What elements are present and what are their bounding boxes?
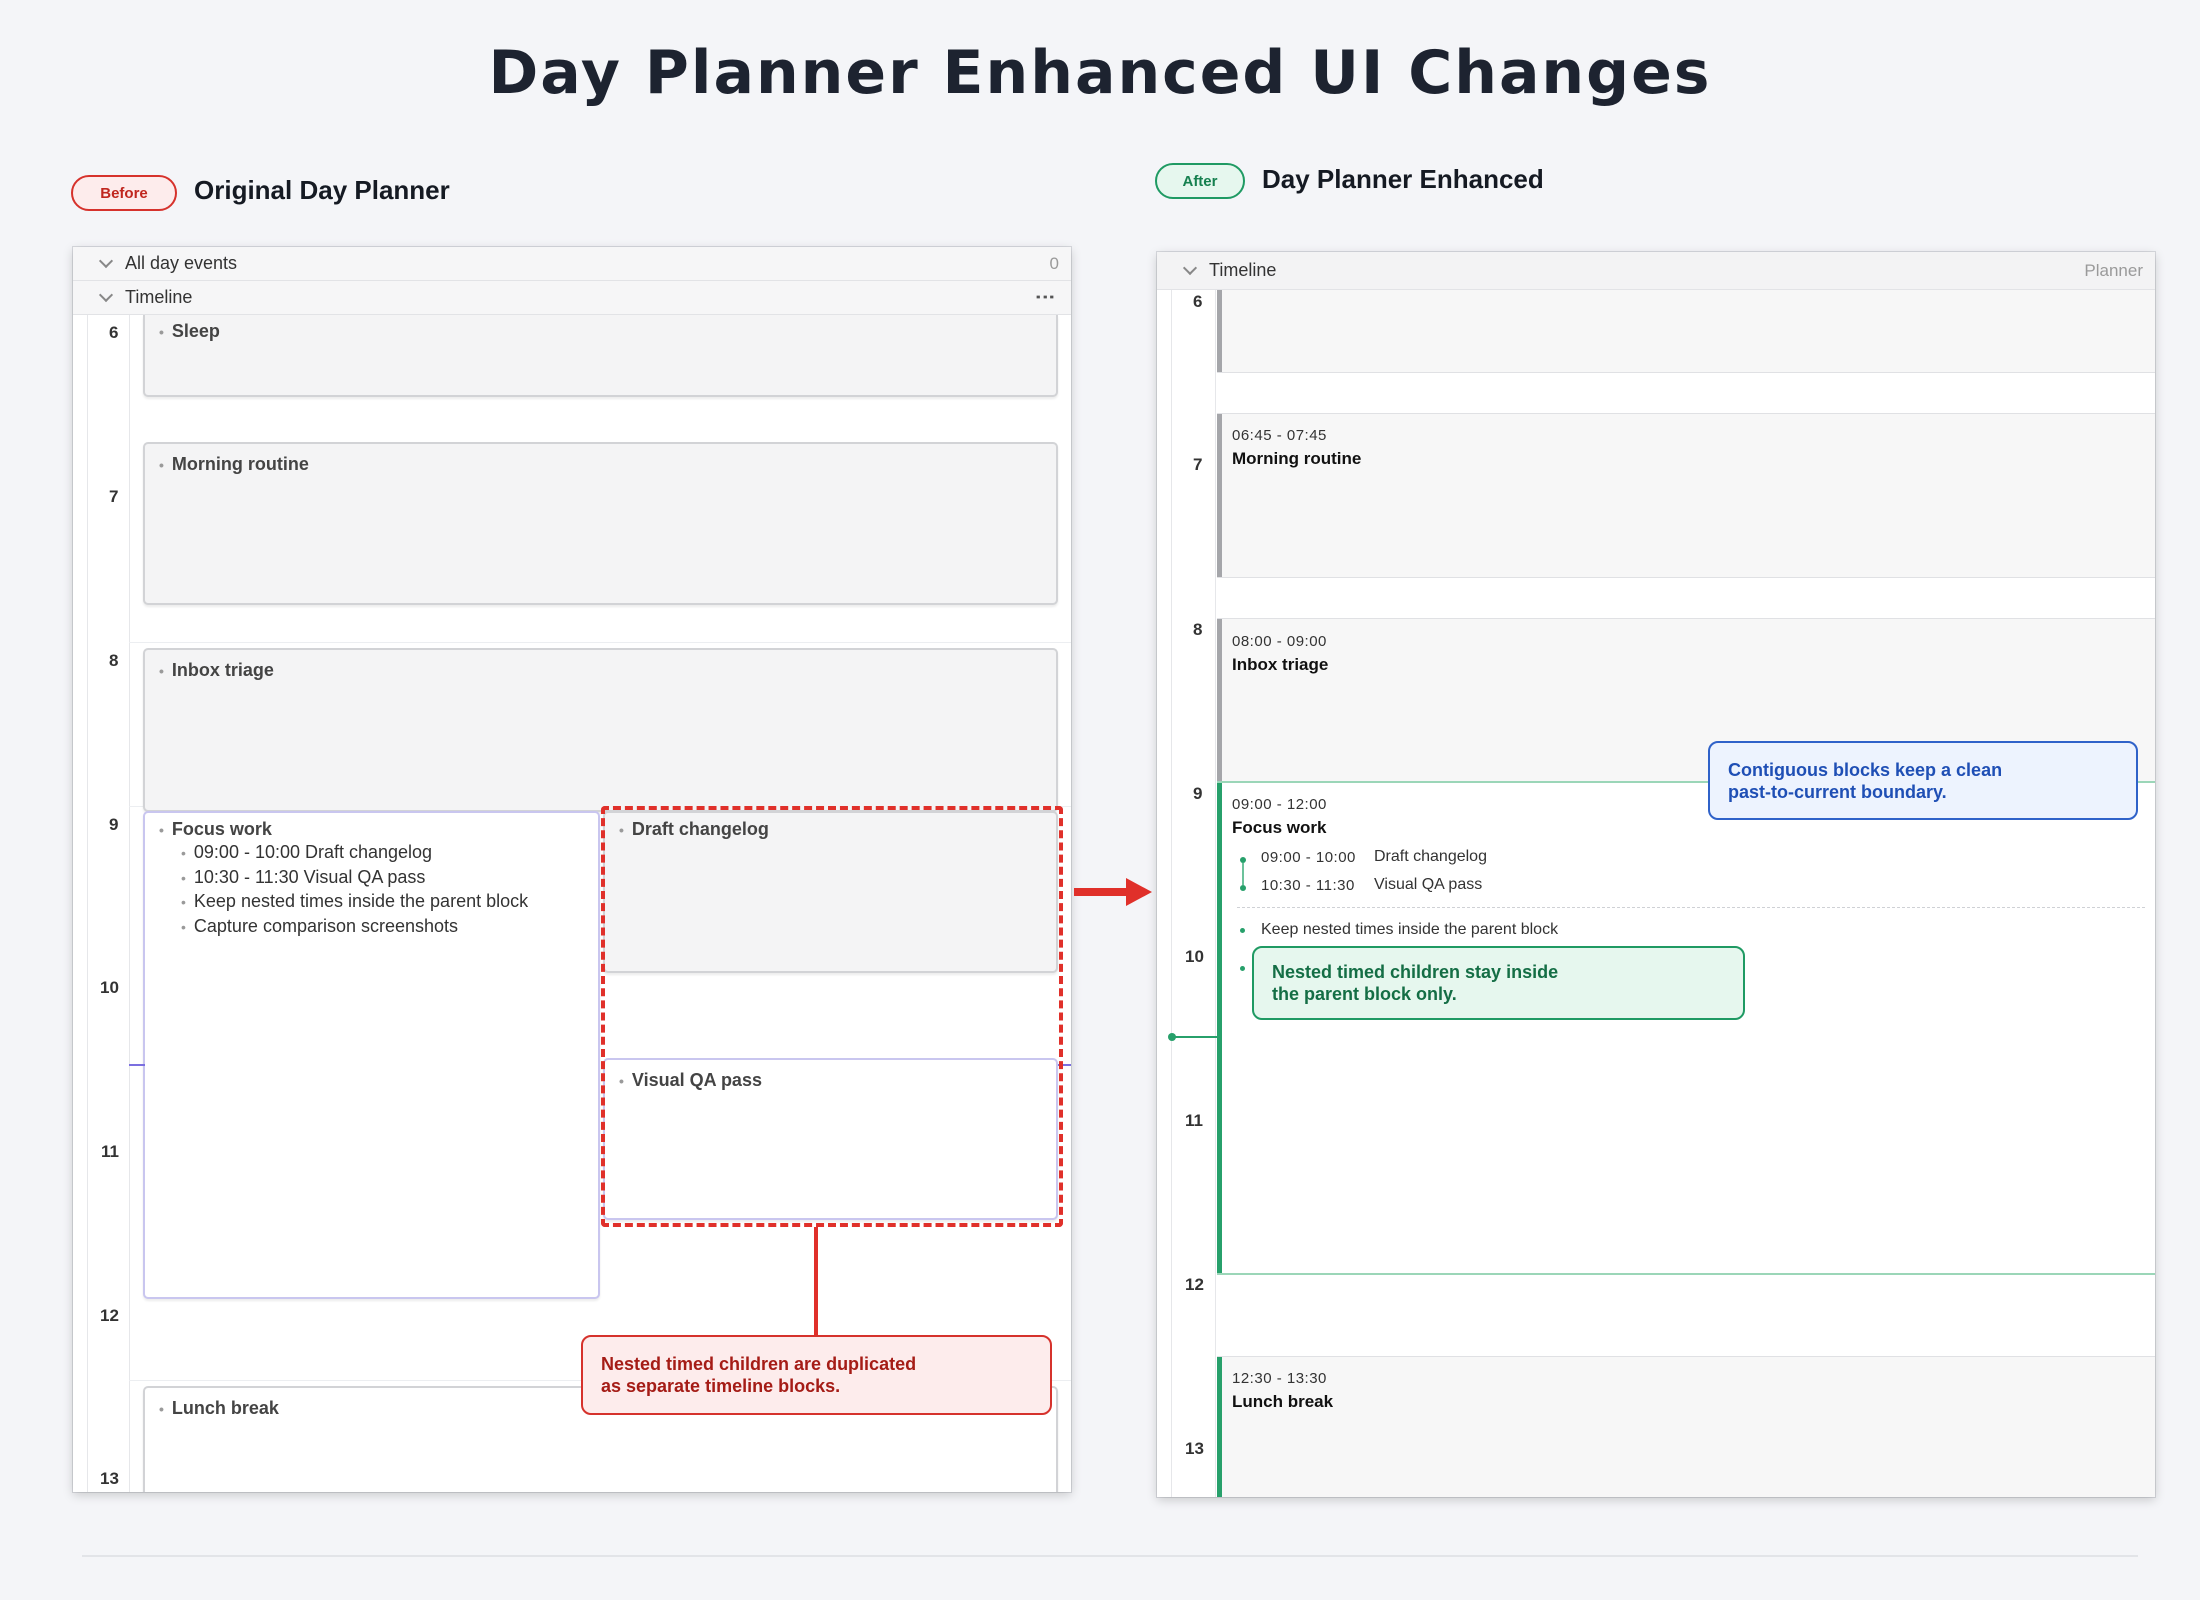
divider <box>1237 907 2145 908</box>
list-item: 09:00 - 10:00 Draft changelog <box>181 841 528 866</box>
list-item: Capture comparison screenshots <box>181 915 528 940</box>
all-day-count: 0 <box>1049 254 1059 273</box>
hour-label: 11 <box>1185 1111 1203 1130</box>
footer-divider <box>82 1555 2138 1557</box>
duplicate-highlight-box <box>601 806 1063 1227</box>
chevron-down-icon <box>1182 260 1198 276</box>
focus-items-list: 09:00 - 10:00 Draft changelog 10:30 - 11… <box>181 841 528 939</box>
block-time: 09:00 - 12:00 <box>1232 796 1327 813</box>
hour-label: 6 <box>1193 292 1203 311</box>
hour-label: 11 <box>101 1142 119 1161</box>
child-title[interactable]: Visual QA pass <box>1374 876 1482 894</box>
before-section-title: Original Day Planner <box>194 175 450 205</box>
focus-work-block[interactable]: Focus work 09:00 - 10:00 Draft changelog… <box>143 811 600 1299</box>
hour-label: 12 <box>1185 1275 1204 1294</box>
hour-label: 6 <box>109 323 119 342</box>
block-bar <box>1217 619 1222 784</box>
block-bar <box>1217 783 1222 1273</box>
gutter-divider <box>87 315 88 1492</box>
list-item: Keep nested times inside the parent bloc… <box>181 890 528 915</box>
hour-label: 8 <box>109 651 119 670</box>
timeline-label: Timeline <box>125 287 193 307</box>
callout-line: Contiguous blocks keep a clean <box>1728 759 2003 780</box>
block-title: Lunch break <box>159 1398 279 1419</box>
gutter-divider <box>1215 290 1216 1497</box>
hour-label: 7 <box>1193 455 1203 474</box>
note-text: Keep nested times inside the parent bloc… <box>1261 921 1559 938</box>
all-day-events-label: All day events <box>125 253 238 273</box>
sleep-block[interactable]: Sleep <box>143 315 1058 397</box>
morning-routine-block[interactable]: 06:45 - 07:45 Morning routine <box>1217 413 2155 578</box>
chevron-down-icon <box>98 253 114 269</box>
block-title: Sleep <box>159 321 220 342</box>
page-title: Day Planner Enhanced UI Changes <box>488 38 1712 108</box>
child-dot <box>1240 885 1246 891</box>
after-badge: After <box>1155 163 1245 199</box>
block-bar <box>1217 290 1222 372</box>
block-title: Focus work <box>159 819 272 840</box>
sleep-block[interactable] <box>1217 290 2155 373</box>
callout-line: Nested timed children are duplicated <box>601 1354 917 1374</box>
callout-line: Nested timed children stay inside <box>1272 962 1559 982</box>
nested-children-callout: Nested timed children stay inside the pa… <box>1252 946 1745 1020</box>
planner-label: Planner <box>2084 261 2143 280</box>
block-bar <box>1217 1357 1222 1497</box>
gutter-divider <box>1171 290 1172 1497</box>
all-day-events-header[interactable]: All day events 0 <box>73 247 1071 281</box>
block-time: 08:00 - 09:00 <box>1232 633 1327 650</box>
hour-label: 13 <box>1185 1439 1204 1458</box>
gutter-divider <box>129 315 130 1492</box>
chevron-down-icon <box>98 287 114 303</box>
inbox-triage-block[interactable]: Inbox triage <box>143 648 1058 812</box>
timeline-header[interactable]: Timeline Planner <box>1157 252 2155 290</box>
arrow-right-icon <box>1074 878 1152 906</box>
hour-label: 7 <box>109 487 119 506</box>
hour-label: 9 <box>1193 784 1203 803</box>
after-section-title: Day Planner Enhanced <box>1262 164 1544 194</box>
child-connector <box>1242 863 1244 885</box>
day-planner-enhanced-panel: Timeline Planner 6 7 8 9 10 11 12 13 06:… <box>1157 252 2155 1497</box>
child-time: 09:00 - 10:00 <box>1261 849 1356 866</box>
hour-line <box>129 642 1071 643</box>
more-options-icon[interactable]: ⋮ <box>1033 287 1057 307</box>
hour-label: 13 <box>100 1469 119 1488</box>
lunch-break-block[interactable]: 12:30 - 13:30 Lunch break <box>1217 1356 2155 1497</box>
hour-label: 12 <box>100 1306 119 1325</box>
block-title: Morning routine <box>159 454 309 475</box>
note-dot <box>1240 928 1245 933</box>
block-title: Lunch break <box>1232 1392 1334 1411</box>
callout-line: past-to-current boundary. <box>1728 781 1947 802</box>
hour-label: 9 <box>109 815 119 834</box>
current-time-marker <box>129 1064 145 1066</box>
callout-line: as separate timeline blocks. <box>601 1376 841 1396</box>
list-item: 10:30 - 11:30 Visual QA pass <box>181 866 528 891</box>
morning-routine-block[interactable]: Morning routine <box>143 442 1058 605</box>
child-time: 10:30 - 11:30 <box>1261 877 1355 894</box>
block-bar <box>1217 414 1222 577</box>
before-badge: Before <box>71 175 177 211</box>
duplicate-callout: Nested timed children are duplicated as … <box>581 1335 1052 1415</box>
focus-work-block[interactable]: 09:00 - 12:00 Focus work 09:00 - 10:00 D… <box>1217 781 2155 1275</box>
block-time: 06:45 - 07:45 <box>1232 427 1327 444</box>
block-title: Inbox triage <box>159 660 274 681</box>
child-title[interactable]: Draft changelog <box>1374 848 1487 866</box>
hour-label: 8 <box>1193 620 1203 639</box>
callout-line: the parent block only. <box>1272 984 1457 1004</box>
timeline-label: Timeline <box>1209 260 1277 280</box>
current-time-line <box>1171 1036 1217 1038</box>
boundary-callout: Contiguous blocks keep a clean past-to-c… <box>1708 741 2138 820</box>
note-dot <box>1240 966 1245 971</box>
hour-label: 10 <box>100 978 119 997</box>
current-time-dot <box>1168 1033 1176 1041</box>
callout-connector <box>814 1227 818 1335</box>
hour-label: 10 <box>1185 947 1204 966</box>
block-time: 12:30 - 13:30 <box>1232 1370 1327 1387</box>
block-title: Focus work <box>1232 818 1327 837</box>
block-title: Inbox triage <box>1232 655 1329 674</box>
block-title: Morning routine <box>1232 449 1362 468</box>
timeline-header[interactable]: Timeline ⋮ <box>73 281 1071 315</box>
